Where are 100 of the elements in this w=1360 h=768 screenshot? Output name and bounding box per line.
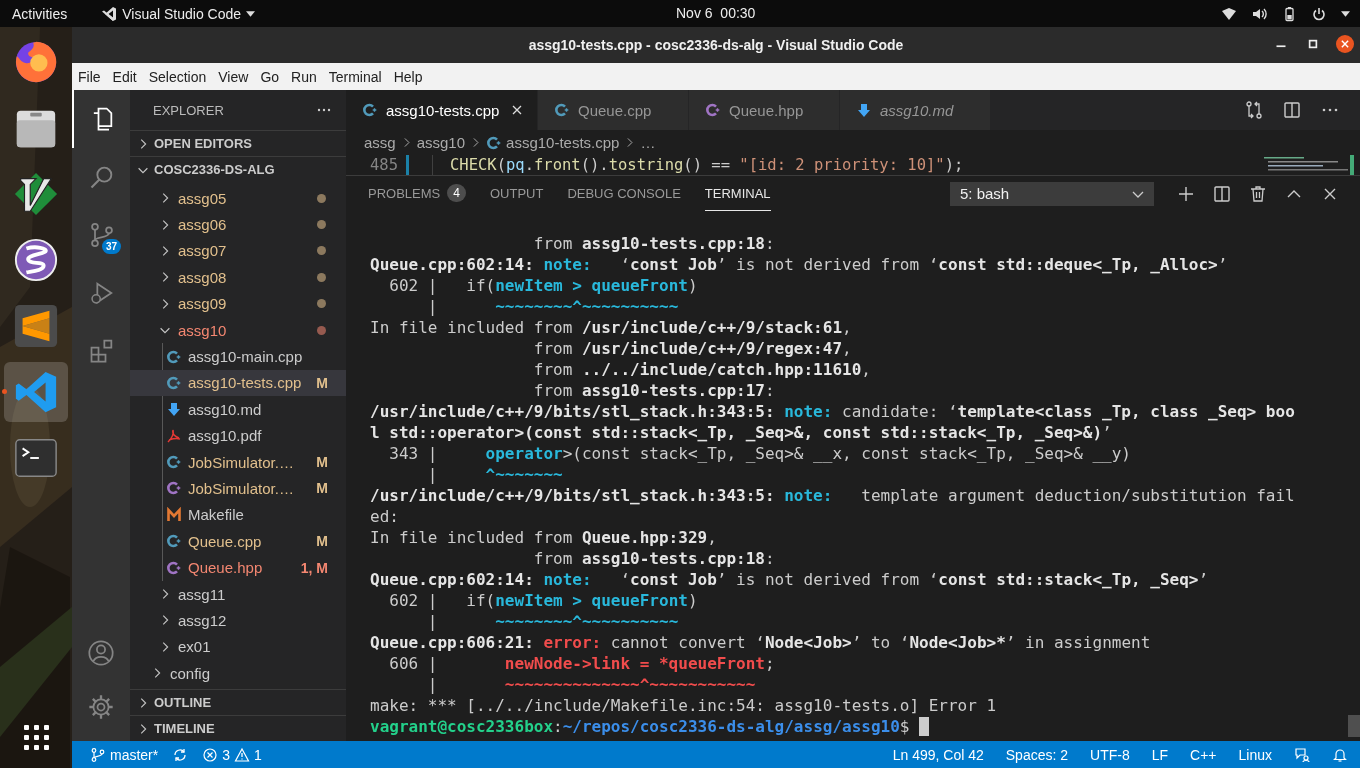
tab-label: Queue.cpp bbox=[578, 101, 652, 119]
terminal-dropdown[interactable]: 5: bash bbox=[950, 181, 1154, 206]
editor-tab[interactable]: Queue.hpp bbox=[689, 90, 840, 130]
tree-entry[interactable]: Makefile bbox=[130, 501, 346, 529]
menu-item[interactable]: Go bbox=[260, 68, 280, 85]
terminal-line: In file included from /usr/include/c++/9/stack:61, bbox=[370, 317, 852, 338]
tree-entry[interactable]: JobSimulator.… M bbox=[130, 475, 346, 502]
entry-name: assg10-tests.cpp bbox=[188, 374, 303, 392]
m-shape-icon bbox=[166, 506, 182, 523]
tree-folder[interactable]: assg10 bbox=[130, 316, 346, 344]
breadcrumb[interactable]: assg bbox=[364, 134, 396, 151]
compare-icon[interactable] bbox=[1244, 100, 1264, 120]
tree-entry[interactable]: Queue.cpp M bbox=[130, 528, 346, 555]
status-item[interactable]: Spaces: 2 bbox=[1005, 746, 1069, 763]
menu-item[interactable]: Help bbox=[393, 68, 423, 85]
terminal-line: l std::operator>(const std::stack<_Tp, _Seq>&, const std::stack<_Tp, _Seq>&)’ bbox=[370, 422, 1112, 443]
panel-tab[interactable]: DEBUG CONSOLE bbox=[567, 176, 681, 211]
status-item[interactable]: Ln 499, Col 42 bbox=[892, 746, 984, 763]
scrollbar-thumb[interactable] bbox=[1348, 715, 1360, 737]
tree-folder[interactable]: assg09 bbox=[130, 290, 346, 317]
terminal-line: 602 | if(newItem > queueFront) bbox=[388, 590, 698, 611]
tree-entry[interactable]: assg10.pdf bbox=[130, 422, 346, 449]
terminal-line: /usr/include/c++/9/bits/stl_stack.h:343:5: note: template argument deduction/substitution fail bbox=[370, 485, 1295, 506]
folder-name: assg07 bbox=[178, 242, 228, 260]
activity-tab[interactable]: 37 bbox=[72, 206, 130, 264]
panel-tab[interactable]: TERMINAL bbox=[704, 176, 771, 211]
terminal-line: In file included from Queue.hpp:329, bbox=[370, 527, 717, 548]
folder-name: assg06 bbox=[178, 216, 228, 234]
section-header[interactable]: COSC2336-DS-ALG bbox=[130, 157, 346, 182]
tree-entry[interactable]: assg10.md bbox=[130, 396, 346, 423]
activities-button[interactable]: Activities bbox=[12, 5, 68, 22]
tree-entry[interactable]: Queue.hpp 1, M bbox=[130, 554, 346, 581]
globe-icon[interactable] bbox=[13, 39, 59, 85]
ribbon-icon[interactable] bbox=[13, 369, 59, 415]
close-icon[interactable] bbox=[1336, 35, 1354, 53]
branch-icon bbox=[90, 746, 106, 763]
status-item[interactable]: UTF-8 bbox=[1090, 746, 1130, 763]
section-header[interactable]: OUTLINE bbox=[130, 690, 346, 715]
split-editor-icon[interactable] bbox=[1282, 100, 1302, 120]
count-badge: 37 bbox=[102, 239, 122, 254]
entry-name: JobSimulator.… bbox=[188, 480, 295, 497]
power-icon[interactable] bbox=[1311, 5, 1327, 22]
menu-item[interactable]: Selection bbox=[148, 68, 207, 85]
terminal-line: | ~~~~~~~~^~~~~~~~~~~ bbox=[426, 611, 679, 632]
split-terminal-icon[interactable] bbox=[1212, 183, 1232, 204]
c-file-icon bbox=[362, 102, 378, 118]
menu-item[interactable]: Run bbox=[291, 68, 317, 85]
menu-item[interactable]: Terminal bbox=[328, 68, 382, 85]
menu-item[interactable]: File bbox=[78, 68, 101, 85]
status-item[interactable]: LF bbox=[1151, 746, 1169, 763]
clock[interactable]: Nov 6 00:30 bbox=[676, 5, 756, 21]
editor-tab[interactable]: Queue.cpp bbox=[538, 90, 689, 130]
sidebar-title: EXPLORER bbox=[153, 102, 224, 118]
c-file-icon bbox=[486, 134, 503, 151]
sync-icon[interactable] bbox=[172, 746, 189, 763]
tree-folder[interactable]: assg11 bbox=[130, 580, 346, 608]
menu-item[interactable]: Edit bbox=[112, 68, 137, 85]
app-grid-icon[interactable] bbox=[21, 722, 51, 752]
terminal-line: 606 | newNode->link = *queueFront; bbox=[388, 653, 775, 674]
code-line: CHECK(pq.front().tostring() == "[id: 2 priority: 10]"); bbox=[450, 156, 964, 174]
app-menu[interactable]: Visual Studio Code bbox=[122, 5, 242, 22]
section-header[interactable]: TIMELINE bbox=[130, 716, 346, 741]
settings-icon[interactable] bbox=[87, 693, 115, 721]
editor-tab[interactable]: assg10.md bbox=[840, 90, 991, 130]
section-header[interactable]: OPEN EDITORS bbox=[130, 131, 346, 156]
breadcrumb[interactable]: assg10-tests.cpp bbox=[506, 134, 620, 151]
editor-tab[interactable]: assg10-tests.cpp bbox=[346, 90, 538, 130]
menu-item[interactable]: View bbox=[218, 68, 249, 85]
terminal-line: vagrant@cosc2336box:~/repos/cosc2336-ds-alg/assg/assg10$ bbox=[370, 716, 910, 737]
account-icon[interactable] bbox=[87, 639, 115, 667]
tree-folder[interactable]: assg07 bbox=[130, 237, 346, 265]
entry-status: 1, M bbox=[300, 559, 328, 576]
trash-icon[interactable] bbox=[1248, 183, 1268, 204]
swirl-icon[interactable] bbox=[13, 237, 59, 283]
tree-entry[interactable]: assg10-main.cpp bbox=[130, 343, 346, 370]
panel-tab[interactable]: PROBLEMS 4 bbox=[368, 176, 466, 211]
tree-entry[interactable]: JobSimulator.… M bbox=[130, 448, 346, 476]
problems-status[interactable]: 3 1 bbox=[202, 746, 262, 763]
branch-status[interactable]: master* bbox=[90, 746, 159, 763]
panel-tab[interactable]: OUTPUT bbox=[489, 176, 544, 211]
tree-folder[interactable]: config bbox=[130, 660, 346, 687]
c-file-icon bbox=[166, 559, 182, 576]
status-item[interactable]: C++ bbox=[1190, 746, 1217, 763]
breadcrumb[interactable]: assg10 bbox=[416, 134, 466, 151]
status-item[interactable]: Linux bbox=[1238, 746, 1272, 763]
pdf-icon bbox=[166, 427, 182, 444]
feedback-icon[interactable] bbox=[1294, 746, 1310, 763]
tree-folder[interactable]: assg06 bbox=[130, 211, 346, 238]
network-icon[interactable] bbox=[1221, 5, 1237, 22]
tree-entry[interactable]: assg10-tests.cpp M bbox=[130, 369, 346, 397]
down-arrow-icon bbox=[166, 401, 182, 418]
terminal-line: | ^~~~~~~~ bbox=[426, 464, 563, 485]
diamond-icon[interactable] bbox=[13, 171, 59, 217]
tree-folder[interactable]: ex01 bbox=[130, 633, 346, 661]
bell-icon[interactable] bbox=[1332, 746, 1348, 763]
c-file-icon bbox=[166, 348, 182, 365]
tree-folder[interactable]: assg08 bbox=[130, 264, 346, 291]
breadcrumb[interactable]: … bbox=[640, 134, 656, 151]
tree-folder[interactable]: assg12 bbox=[130, 607, 346, 634]
tree-folder[interactable]: assg05 bbox=[130, 185, 346, 212]
